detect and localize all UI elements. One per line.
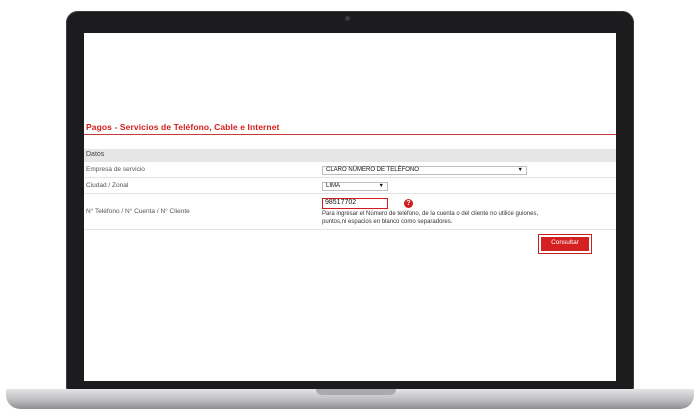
section-title: Datos: [86, 151, 105, 158]
input-hint: Para ingresar el Número de teléfono, de …: [322, 211, 539, 225]
ciudad-selected-value: LIMA: [326, 183, 341, 189]
title-divider: [84, 134, 616, 135]
page-title: Pagos - Servicios de Teléfono, Cable e I…: [86, 122, 280, 132]
browser-screen: Pagos - Servicios de Teléfono, Cable e I…: [84, 33, 616, 381]
ciudad-select[interactable]: LIMA ▼: [322, 182, 388, 191]
laptop-notch: [316, 389, 396, 395]
chevron-down-icon: ▼: [378, 183, 384, 189]
numero-label: N° Teléfono / N° Cuenta / N° Cliente: [86, 208, 190, 215]
consultar-button[interactable]: Consultar: [538, 234, 592, 254]
laptop-base: [6, 389, 694, 409]
empresa-selected-value: CLARO NÚMERO DE TELÉFONO: [326, 167, 419, 173]
camera-icon: [345, 16, 350, 21]
ciudad-label: Ciudad / Zonal: [86, 182, 129, 189]
chevron-down-icon: ▼: [517, 167, 523, 173]
empresa-label: Empresa de servicio: [86, 166, 145, 173]
section-header: Datos: [84, 149, 616, 162]
empresa-select[interactable]: CLARO NÚMERO DE TELÉFONO ▼: [322, 166, 527, 175]
help-icon[interactable]: ?: [404, 199, 413, 208]
phone-number-input[interactable]: 98517702: [322, 198, 388, 209]
consultar-button-label: Consultar: [541, 237, 589, 251]
